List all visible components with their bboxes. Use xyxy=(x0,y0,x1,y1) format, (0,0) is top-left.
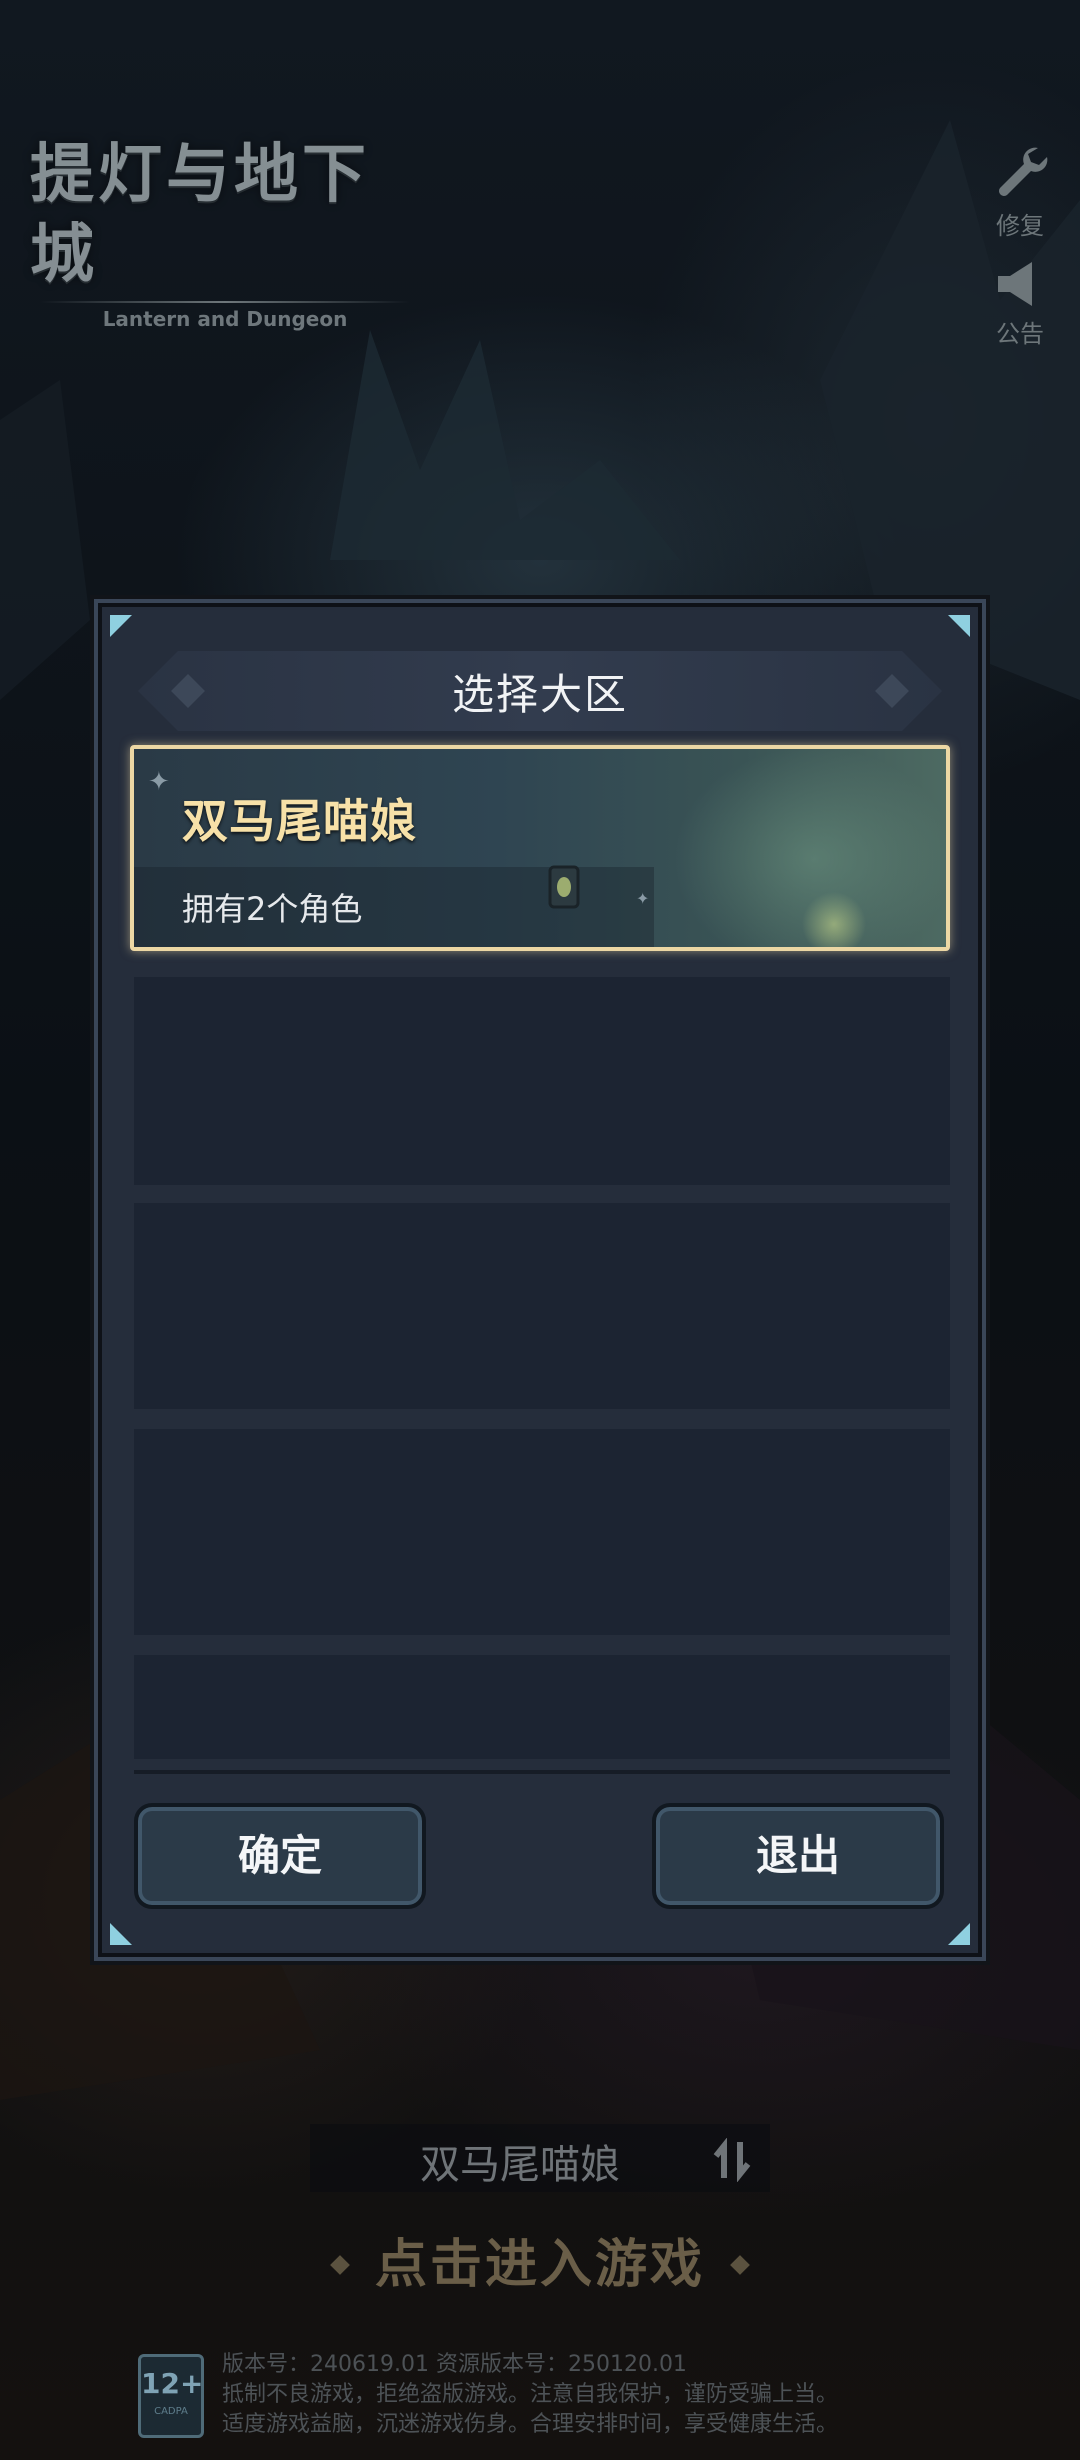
speaker-icon xyxy=(998,262,1032,306)
server-slot-empty[interactable] xyxy=(134,1655,950,1759)
age-rating-badge: 12+ CADPA xyxy=(138,2354,204,2438)
server-slot-empty[interactable] xyxy=(134,1203,950,1409)
corner-ornament xyxy=(110,1923,132,1945)
sparkle-icon: ✦ xyxy=(148,767,170,797)
repair-label: 修复 xyxy=(996,212,1044,240)
corner-ornament xyxy=(948,615,970,637)
enter-game-prompt[interactable]: 点击进入游戏 xyxy=(0,2222,1080,2297)
health-notice-line: 适度游戏益脑，沉迷游戏伤身。合理安排时间，享受健康生活。 xyxy=(222,2412,839,2437)
server-slot-empty[interactable] xyxy=(134,977,950,1185)
diamond-ornament xyxy=(730,2255,750,2275)
corner-ornament xyxy=(110,615,132,637)
logo-subtitle: Lantern and Dungeon xyxy=(102,307,348,331)
server-select-dialog: 选择大区 ✦ ✦ 双马尾喵娘 拥有2个角色 确定 退出 xyxy=(98,603,982,1957)
version-line: 版本号：240619.01 资源版本号：250120.01 xyxy=(222,2352,687,2377)
wrench-icon xyxy=(999,147,1048,196)
server-card-selected[interactable]: ✦ ✦ 双马尾喵娘 拥有2个角色 xyxy=(130,745,950,951)
server-name: 双马尾喵娘 xyxy=(182,794,417,848)
lantern-icon xyxy=(548,865,580,909)
server-switcher[interactable]: 双马尾喵娘 xyxy=(310,2124,770,2192)
dialog-title: 选择大区 xyxy=(451,670,628,719)
confirm-button[interactable]: 确定 xyxy=(134,1803,426,1909)
current-server-label: 双马尾喵娘 xyxy=(420,2142,620,2188)
exit-button[interactable]: 退出 xyxy=(652,1803,944,1909)
server-character-count: 拥有2个角色 xyxy=(182,890,363,928)
age-rating-sub: CADPA xyxy=(154,2406,188,2417)
footer-notice: 版本号：240619.01 资源版本号：250120.01 抵制不良游戏，拒绝盗… xyxy=(222,2350,982,2440)
enter-game-label: 点击进入游戏 xyxy=(374,2235,705,2295)
swap-arrows-icon xyxy=(713,2138,751,2182)
notice-button[interactable]: 公告 xyxy=(980,258,1060,349)
repair-button[interactable]: 修复 xyxy=(980,142,1060,241)
logo-divider xyxy=(40,301,410,303)
age-rating: 12+ xyxy=(141,2367,204,2400)
game-logo: 提灯与地下城 Lantern and Dungeon xyxy=(30,135,420,331)
corner-ornament xyxy=(948,1923,970,1945)
server-slot-empty[interactable] xyxy=(134,1429,950,1635)
health-notice-line: 抵制不良游戏，拒绝盗版游戏。注意自我保护，谨防受骗上当。 xyxy=(222,2382,839,2407)
sparkle-icon: ✦ xyxy=(636,889,650,908)
logo-title: 提灯与地下城 xyxy=(30,137,370,292)
diamond-ornament xyxy=(330,2255,350,2275)
notice-label: 公告 xyxy=(996,320,1044,348)
dialog-divider xyxy=(134,1770,950,1774)
